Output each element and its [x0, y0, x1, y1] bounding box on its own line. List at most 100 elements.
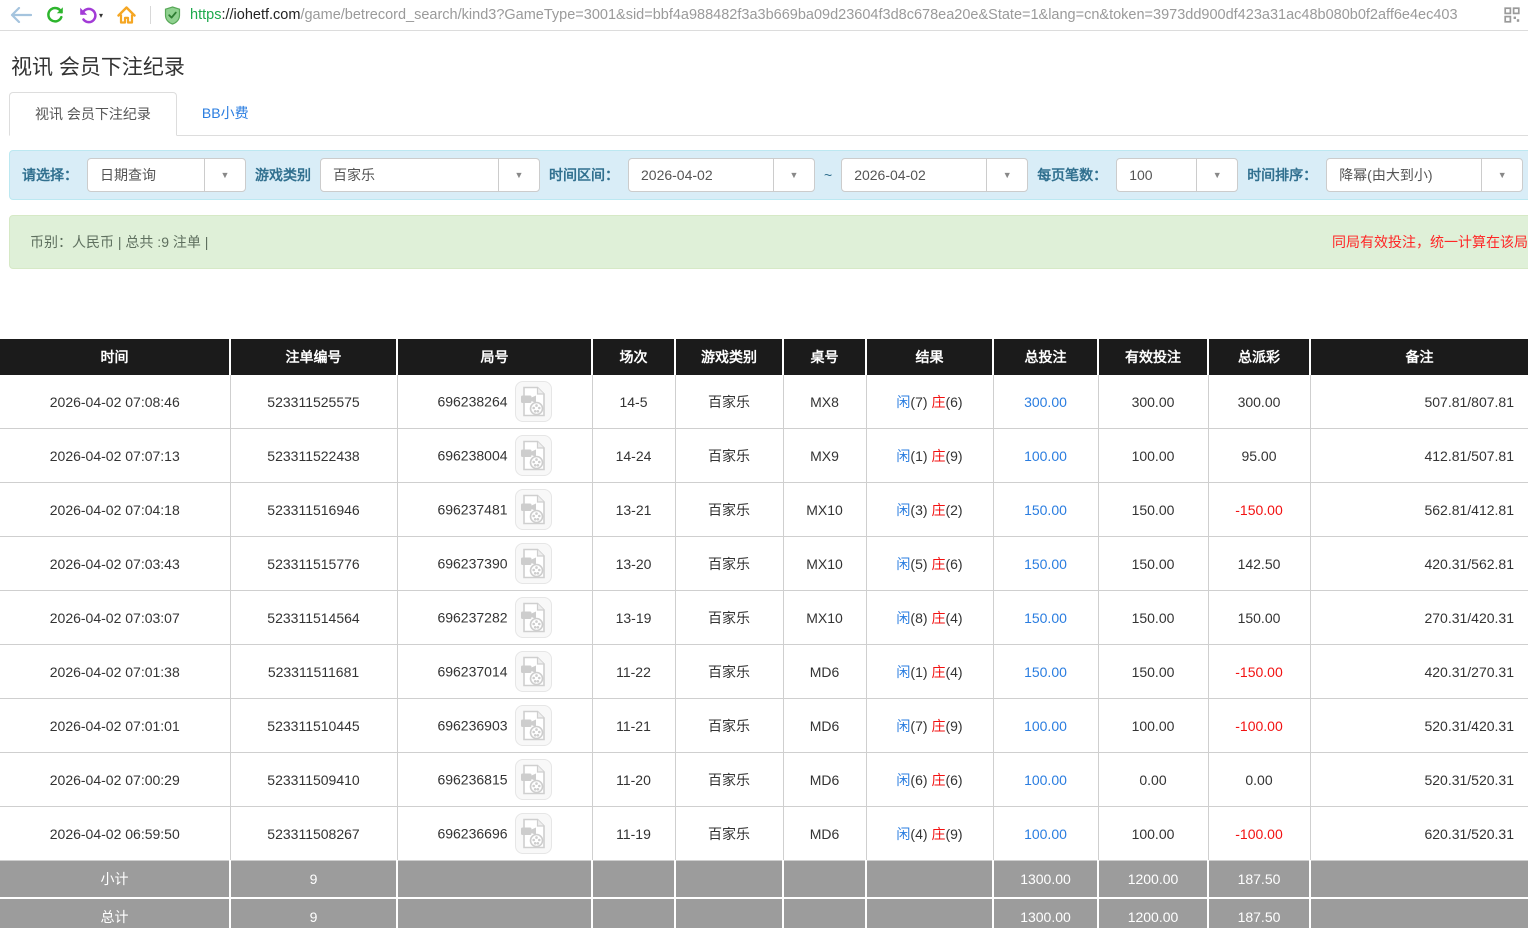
footer-empty-cell: [397, 861, 592, 899]
tab-bar: 视讯 会员下注纪录 BB小费: [9, 92, 1528, 136]
date-from-value: 2026-04-02: [629, 159, 773, 191]
table-header: 时间 注单编号 局号 场次 游戏类别 桌号 结果 总投注 有效投注 总派彩 备注: [0, 339, 1528, 375]
video-file-icon: [520, 494, 547, 525]
round-number: 696236903: [437, 718, 507, 734]
date-from-select[interactable]: 2026-04-02 ▼: [628, 158, 815, 192]
video-file-icon: [520, 764, 547, 795]
cell-remark: 420.31/270.31: [1310, 645, 1528, 699]
footer-total-bet: 1300.00: [993, 898, 1098, 928]
cell-game-type: 百家乐: [675, 645, 783, 699]
footer-total-bet: 1300.00: [993, 861, 1098, 899]
per-page-select[interactable]: 100 ▼: [1116, 158, 1238, 192]
total-bet-link[interactable]: 100.00: [1024, 772, 1067, 788]
back-icon[interactable]: [10, 7, 32, 23]
undo-icon[interactable]: [78, 6, 97, 24]
video-replay-button[interactable]: [515, 543, 552, 584]
cell-bet-id: 523311516946: [230, 483, 397, 537]
cell-time: 2026-04-02 06:59:50: [0, 807, 230, 861]
total-bet-link[interactable]: 100.00: [1024, 448, 1067, 464]
video-replay-button[interactable]: [515, 705, 552, 746]
cell-bet-id: 523311514564: [230, 591, 397, 645]
total-bet-link[interactable]: 100.00: [1024, 718, 1067, 734]
cell-valid-bet: 150.00: [1098, 591, 1208, 645]
records-table-wrap: 时间 注单编号 局号 场次 游戏类别 桌号 结果 总投注 有效投注 总派彩 备注…: [0, 339, 1528, 928]
query-mode-select[interactable]: 日期查询 ▼: [87, 158, 246, 192]
cell-round-id: 696237481: [397, 483, 592, 537]
cell-remark: 520.31/520.31: [1310, 753, 1528, 807]
table-row: 2026-04-02 07:00:29523311509410696236815…: [0, 753, 1528, 807]
per-page-value: 100: [1117, 159, 1196, 191]
banker-score: (2): [945, 502, 962, 518]
cell-total-bet: 300.00: [993, 375, 1098, 429]
cell-round-id: 696236903: [397, 699, 592, 753]
cell-table-no: MX10: [783, 483, 866, 537]
player-label: 闲: [896, 448, 910, 464]
cell-remark: 420.31/562.81: [1310, 537, 1528, 591]
total-bet-link[interactable]: 300.00: [1024, 394, 1067, 410]
cell-time: 2026-04-02 07:01:01: [0, 699, 230, 753]
footer-payout: 187.50: [1208, 861, 1310, 899]
game-type-select[interactable]: 百家乐 ▼: [320, 158, 540, 192]
address-bar[interactable]: https://iohetf.com/game/betrecord_search…: [164, 6, 1491, 25]
footer-count: 9: [230, 861, 397, 899]
cell-game-type: 百家乐: [675, 483, 783, 537]
cell-valid-bet: 150.00: [1098, 645, 1208, 699]
cell-bet-id: 523311510445: [230, 699, 397, 753]
tab-bb-tips[interactable]: BB小费: [177, 92, 274, 135]
qr-code-icon[interactable]: [1504, 7, 1520, 23]
video-replay-button[interactable]: [515, 489, 552, 530]
table-row: 2026-04-02 07:08:46523311525575696238264…: [0, 375, 1528, 429]
total-bet-link[interactable]: 150.00: [1024, 556, 1067, 572]
cell-session: 11-20: [592, 753, 675, 807]
player-score: (1): [910, 664, 927, 680]
grandtotal-row: 总计91300.001200.00187.50: [0, 898, 1528, 928]
footer-empty-cell: [592, 898, 675, 928]
url-text[interactable]: https://iohetf.com/game/betrecord_search…: [190, 7, 1491, 23]
video-replay-button[interactable]: [515, 435, 552, 476]
video-replay-button[interactable]: [515, 813, 552, 854]
security-shield-icon[interactable]: [164, 6, 181, 25]
cell-table-no: MX10: [783, 537, 866, 591]
cell-round-id: 696238264: [397, 375, 592, 429]
sort-order-select[interactable]: 降幂(由大到小) ▼: [1326, 158, 1523, 192]
cell-total-bet: 100.00: [993, 807, 1098, 861]
cell-game-type: 百家乐: [675, 375, 783, 429]
refresh-icon[interactable]: [45, 5, 65, 25]
chevron-down-icon: ▼: [1481, 159, 1522, 191]
cell-bet-id: 523311511681: [230, 645, 397, 699]
cell-round-id: 696237282: [397, 591, 592, 645]
cell-valid-bet: 100.00: [1098, 429, 1208, 483]
cell-result: 闲(1) 庄(9): [866, 429, 993, 483]
summary-totals-text: 币别：人民币 | 总共 :9 注单 |: [30, 232, 208, 252]
header-session: 场次: [592, 339, 675, 375]
undo-control[interactable]: ▾: [78, 6, 103, 24]
total-bet-link[interactable]: 150.00: [1024, 610, 1067, 626]
video-replay-button[interactable]: [515, 597, 552, 638]
banker-label: 庄: [931, 502, 945, 518]
video-file-icon: [520, 818, 547, 849]
total-bet-link[interactable]: 150.00: [1024, 502, 1067, 518]
cell-valid-bet: 300.00: [1098, 375, 1208, 429]
footer-empty-cell: [866, 898, 993, 928]
tab-bet-records[interactable]: 视讯 会员下注纪录: [9, 92, 177, 136]
total-bet-link[interactable]: 150.00: [1024, 664, 1067, 680]
home-icon[interactable]: [116, 5, 137, 25]
cell-result: 闲(7) 庄(6): [866, 375, 993, 429]
cell-valid-bet: 100.00: [1098, 699, 1208, 753]
cell-valid-bet: 0.00: [1098, 753, 1208, 807]
date-to-select[interactable]: 2026-04-02 ▼: [841, 158, 1028, 192]
cell-game-type: 百家乐: [675, 753, 783, 807]
footer-payout: 187.50: [1208, 898, 1310, 928]
undo-dropdown-caret[interactable]: ▾: [99, 11, 103, 20]
header-time: 时间: [0, 339, 230, 375]
video-replay-button[interactable]: [515, 651, 552, 692]
round-number: 696237390: [437, 556, 507, 572]
cell-bet-id: 523311509410: [230, 753, 397, 807]
query-mode-value: 日期查询: [88, 159, 204, 191]
banker-label: 庄: [931, 448, 945, 464]
cell-total-bet: 150.00: [993, 537, 1098, 591]
video-replay-button[interactable]: [515, 381, 552, 422]
total-bet-link[interactable]: 100.00: [1024, 826, 1067, 842]
video-replay-button[interactable]: [515, 759, 552, 800]
round-number: 696237014: [437, 664, 507, 680]
